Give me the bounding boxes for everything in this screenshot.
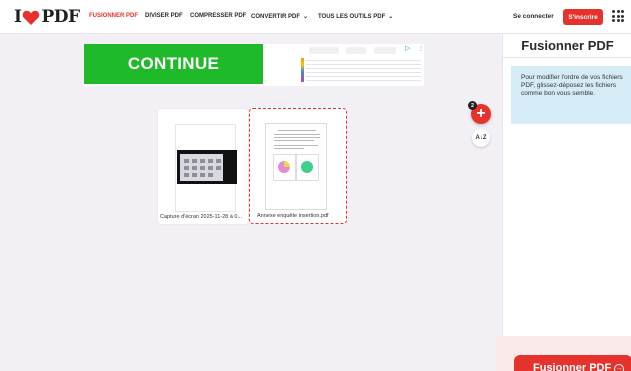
file-card[interactable] (158, 109, 248, 224)
file-card-selected[interactable] (249, 108, 347, 224)
ad-chip (346, 47, 366, 54)
doc-line (274, 140, 314, 141)
ad-row (306, 80, 421, 81)
ad-row (306, 72, 421, 73)
pdf-thumbnail (265, 123, 327, 210)
heart-icon (23, 10, 40, 25)
doc-line (274, 134, 320, 135)
chevron-down-icon: ⌄ (303, 14, 309, 20)
signup-button[interactable]: S'inscrire (563, 9, 603, 25)
ad-row (306, 76, 421, 77)
advertisement-banner: CONTINUE (84, 44, 424, 86)
pie-chart-icon (278, 161, 290, 173)
file-count-badge: 2 (468, 101, 477, 110)
file-thumbnail (175, 124, 237, 212)
ad-row (306, 60, 421, 61)
nav-tous-les-outils[interactable]: TOUS LES OUTILS PDF ⌄ (318, 13, 393, 20)
login-link[interactable]: Se connecter (513, 13, 554, 20)
ad-chip (374, 47, 396, 54)
logo-pdf: PDF (41, 7, 80, 27)
doc-line (278, 130, 316, 131)
divider (503, 57, 631, 58)
logo-i: I (14, 7, 22, 27)
top-header: I PDF FUSIONNER PDF DIVISER PDF COMPRESS… (0, 0, 631, 34)
nav-fusionner-pdf[interactable]: FUSIONNER PDF (89, 13, 138, 19)
apps-grid-icon[interactable] (612, 10, 624, 22)
ad-choices-icon[interactable]: ▷ (405, 44, 410, 52)
ad-row (306, 68, 421, 69)
screenshot-preview (177, 150, 237, 184)
ilovepdf-logo[interactable]: I PDF (14, 7, 80, 27)
pie-chart-icon (301, 161, 313, 173)
sort-az-button[interactable]: A↓Z (472, 129, 490, 147)
nav-compresser-pdf[interactable]: COMPRESSER PDF (190, 13, 246, 19)
info-message: Pour modifier l'ordre de vos fichiers PD… (511, 66, 631, 124)
ad-continue-button[interactable]: CONTINUE (84, 44, 263, 84)
chevron-down-icon: ⌄ (388, 14, 394, 20)
ad-color-bar (301, 58, 304, 82)
nav-outils-label: TOUS LES OUTILS PDF (318, 14, 386, 20)
doc-line (274, 145, 318, 146)
doc-line (274, 137, 320, 138)
file-name: Annexe enquête insertion.pdf (257, 213, 329, 219)
ad-info-icon[interactable]: ⋮ (418, 45, 424, 52)
ad-chip (309, 47, 339, 54)
merge-button-label: Fusionner PDF (533, 362, 612, 371)
nav-diviser-pdf[interactable]: DIVISER PDF (145, 13, 183, 19)
ad-row (306, 64, 421, 65)
arrow-right-icon: → (614, 364, 625, 371)
right-sidebar: Fusionner PDF Pour modifier l'ordre de v… (495, 34, 631, 371)
nav-convertir-pdf[interactable]: CONVERTIR PDF ⌄ (251, 13, 308, 20)
nav-convertir-label: CONVERTIR PDF (251, 14, 301, 20)
sidebar-title: Fusionner PDF (521, 38, 614, 53)
merge-pdf-button[interactable]: Fusionner PDF → (514, 355, 631, 371)
file-name: Capture d'écran 2025-11-28 à 0... (160, 214, 242, 220)
doc-line (274, 148, 304, 149)
